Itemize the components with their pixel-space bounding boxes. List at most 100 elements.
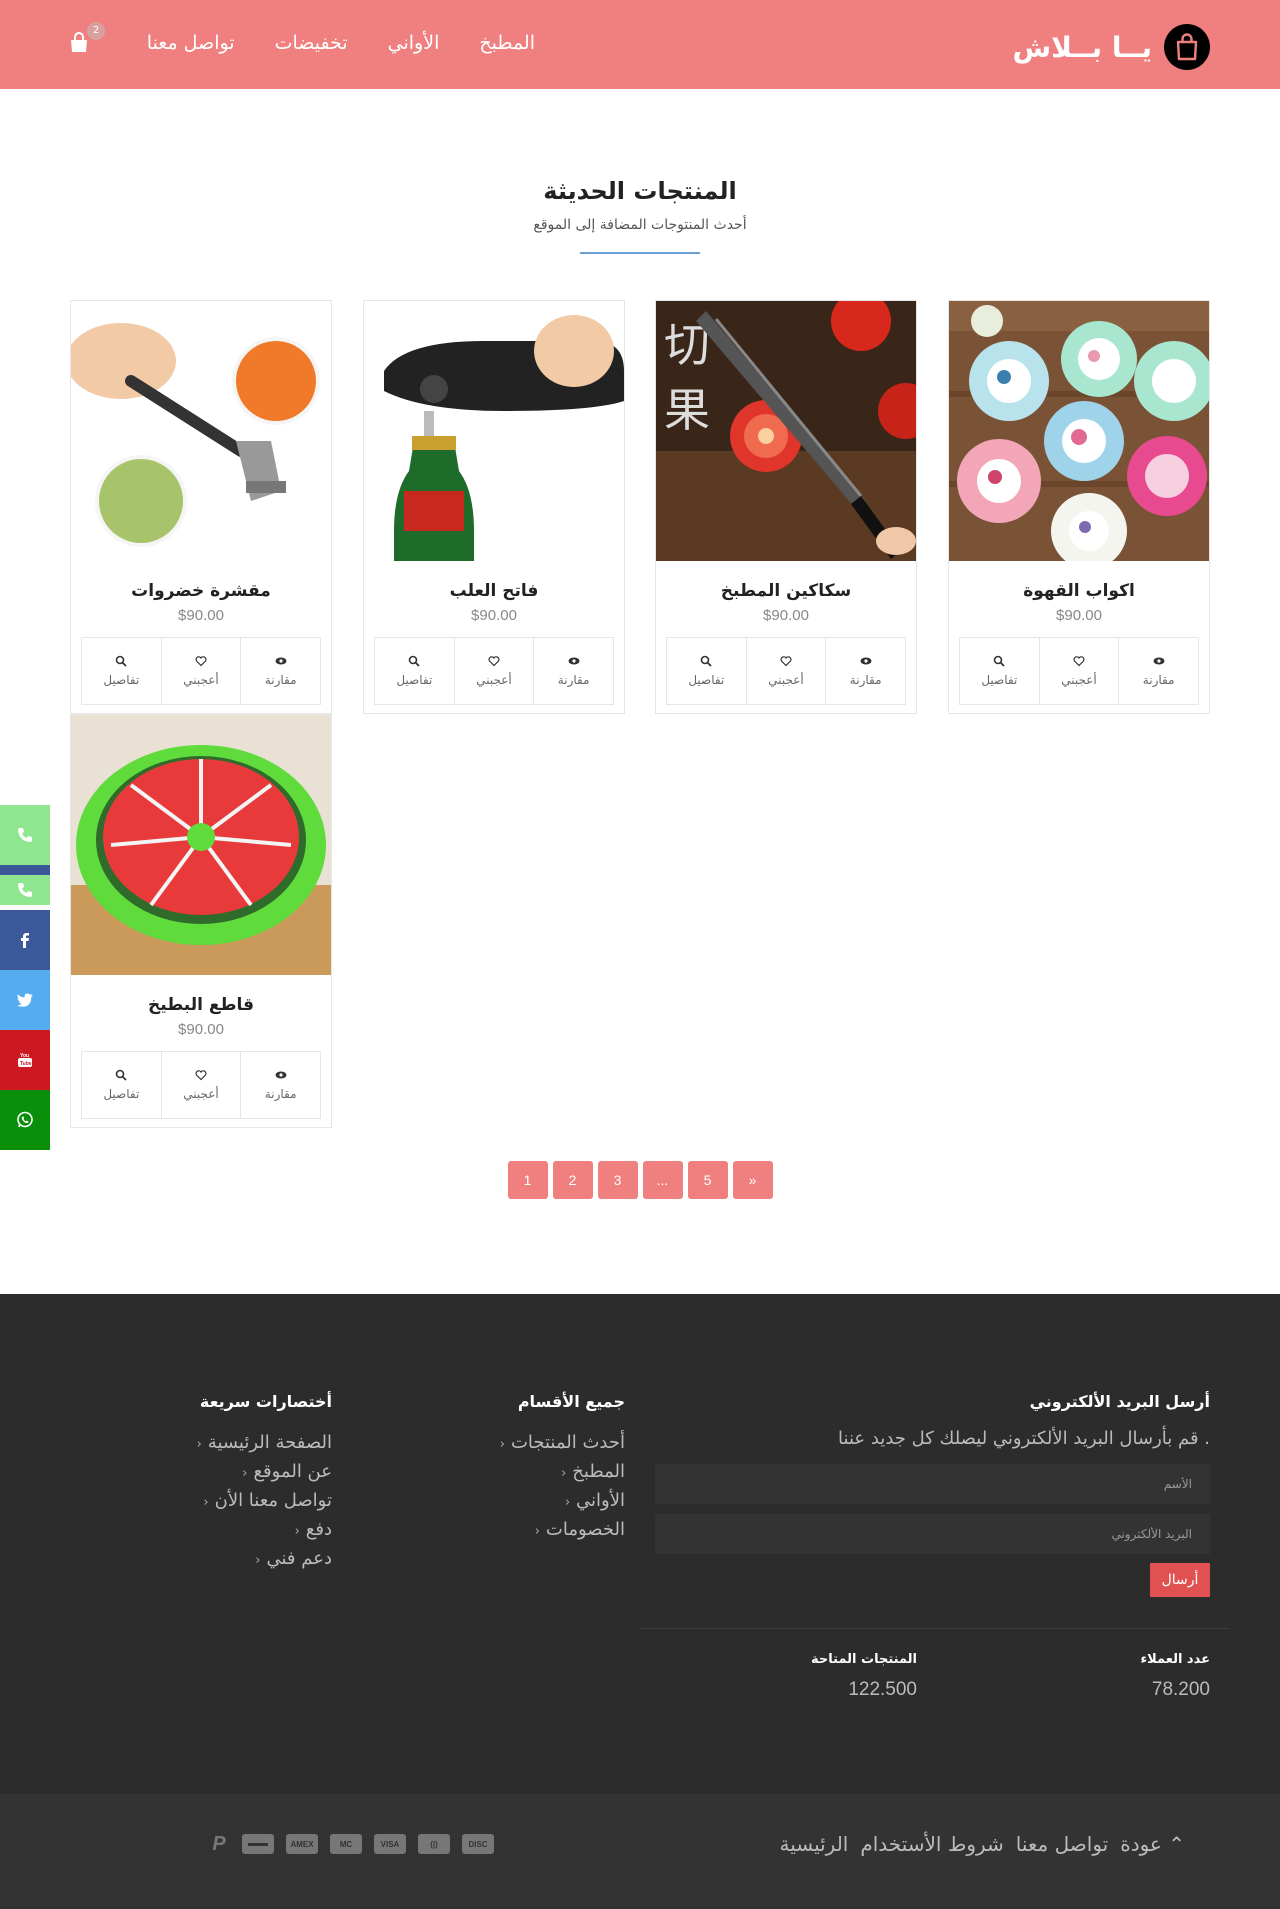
details-button[interactable]: تفاصيل <box>960 638 1039 704</box>
back-to-top-link[interactable]: ⌃ عودة <box>1120 1832 1185 1856</box>
heart-icon <box>195 1070 207 1081</box>
brand-name: يــا بــلاش <box>1012 30 1152 64</box>
page-button-2[interactable]: 2 <box>552 1161 593 1199</box>
product-name[interactable]: قاطع البطيخ <box>71 995 331 1015</box>
compare-label: مقارنة <box>264 1087 297 1101</box>
like-button[interactable]: أعجبني <box>1038 638 1119 704</box>
facebook-icon <box>21 933 29 948</box>
facebook-button[interactable] <box>0 910 50 970</box>
compare-button[interactable]: مقارنة <box>533 638 613 704</box>
product-image-can-opener[interactable] <box>364 301 624 561</box>
newsletter-send-button[interactable]: أرسال <box>1150 1563 1210 1597</box>
like-button[interactable]: أعجبني <box>160 638 241 704</box>
twitter-icon <box>17 993 33 1007</box>
whatsapp-button[interactable] <box>0 1090 50 1150</box>
details-button[interactable]: تفاصيل <box>82 638 161 704</box>
mastercard-icon: MC <box>330 1834 362 1854</box>
youtube-icon: You Tube <box>18 1053 32 1067</box>
footer-link[interactable]: تواصل معنا الأن‹ <box>92 1486 332 1515</box>
product-name[interactable]: مقشرة خضروات <box>71 581 331 601</box>
product-image-coffee-cups[interactable] <box>949 301 1209 561</box>
details-button[interactable]: تفاصيل <box>82 1052 161 1118</box>
categories-list: أحدث المنتجات‹ المطبخ‹ الأواني‹ الخصومات… <box>385 1428 625 1544</box>
product-name[interactable]: اكواب القهوة <box>949 581 1209 601</box>
next-page-button[interactable]: » <box>732 1161 773 1199</box>
product-actions: مقارنة أعجبني تفاصيل <box>666 637 906 705</box>
product-image-watermelon-slicer[interactable] <box>71 715 331 975</box>
main-nav: المطبخ الأواني تخفيضات تواصل معنا <box>147 32 535 54</box>
compare-label: مقارنة <box>1142 673 1175 687</box>
cart-icon[interactable] <box>68 32 90 54</box>
product-actions: مقارنة أعجبني تفاصيل <box>81 637 321 705</box>
newsletter-title: أرسل البريد الألكتروني <box>1029 1392 1210 1411</box>
search-icon <box>994 655 1005 667</box>
contact-link[interactable]: تواصل معنا <box>1016 1832 1108 1856</box>
product-price: $90.00 <box>471 607 517 624</box>
page-button-3[interactable]: 3 <box>597 1161 638 1199</box>
product-actions: مقارنة أعجبني تفاصيل <box>959 637 1199 705</box>
partial-bar <box>0 865 50 875</box>
search-icon <box>116 655 127 667</box>
nav-link-utensils[interactable]: الأواني <box>388 32 440 54</box>
like-button[interactable]: أعجبني <box>160 1052 241 1118</box>
footer-link[interactable]: دعم فني‹ <box>92 1544 332 1573</box>
svg-text:果: 果 <box>664 383 710 437</box>
discover-icon: DISC <box>462 1834 494 1854</box>
footer-link[interactable]: أحدث المنتجات‹ <box>385 1428 625 1457</box>
shortcuts-list: الصفحة الرئيسية‹ عن الموقع‹ تواصل معنا ا… <box>92 1428 332 1573</box>
product-price: $90.00 <box>763 607 809 624</box>
newsletter-text: . قم بأرسال البريد الألكتروني ليصلك كل ج… <box>838 1428 1210 1449</box>
shopping-bag-icon <box>1164 24 1210 70</box>
details-button[interactable]: تفاصيل <box>667 638 746 704</box>
nav-link-kitchen[interactable]: المطبخ <box>479 32 535 54</box>
nav-link-discounts[interactable]: تخفيضات <box>275 32 348 54</box>
whatsapp-icon <box>17 1111 33 1128</box>
footer-link[interactable]: المطبخ‹ <box>385 1457 625 1486</box>
product-card: مقشرة خضروات $90.00 مقارنة أعجبني تفاصيل <box>70 300 332 714</box>
product-actions: مقارنة أعجبني تفاصيل <box>81 1051 321 1119</box>
available-products-label: المنتجات المتاحة <box>811 1652 917 1667</box>
newsletter-email-input[interactable] <box>655 1514 1210 1554</box>
heart-icon <box>780 656 792 667</box>
phone-button[interactable] <box>0 805 50 865</box>
home-link[interactable]: الرئيسية <box>779 1832 848 1856</box>
details-label: تفاصيل <box>688 673 725 687</box>
eye-icon <box>275 657 287 665</box>
nav-link-contact[interactable]: تواصل معنا <box>147 32 235 54</box>
bottom-links: ⌃ عودة تواصل معنا شروط الأستخدام الرئيسي… <box>779 1832 1185 1856</box>
details-button[interactable]: تفاصيل <box>375 638 454 704</box>
terms-link[interactable]: شروط الأستخدام <box>860 1832 1003 1856</box>
like-button[interactable]: أعجبني <box>453 638 534 704</box>
footer-link[interactable]: الأواني‹ <box>385 1486 625 1515</box>
cart-count-badge: 2 <box>87 22 105 40</box>
eye-icon <box>1153 657 1165 665</box>
newsletter-name-input[interactable] <box>655 1464 1210 1504</box>
compare-button[interactable]: مقارنة <box>1118 638 1198 704</box>
footer-link[interactable]: عن الموقع‹ <box>92 1457 332 1486</box>
twitter-button[interactable] <box>0 970 50 1030</box>
youtube-button[interactable]: You Tube <box>0 1030 50 1090</box>
heart-icon <box>488 656 500 667</box>
product-name[interactable]: سكاكين المطبخ <box>656 581 916 601</box>
compare-button[interactable]: مقارنة <box>240 638 320 704</box>
footer-link[interactable]: الخصومات‹ <box>385 1515 625 1544</box>
product-image-vegetable-peeler[interactable] <box>71 301 331 561</box>
page-button-1[interactable]: 1 <box>507 1161 548 1199</box>
paypal-icon: P <box>212 1832 226 1855</box>
compare-label: مقارنة <box>557 673 590 687</box>
footer-link[interactable]: الصفحة الرئيسية‹ <box>92 1428 332 1457</box>
compare-label: مقارنة <box>849 673 882 687</box>
search-icon <box>409 655 420 667</box>
product-price: $90.00 <box>1056 607 1102 624</box>
visa-icon: VISA <box>374 1834 406 1854</box>
brand-logo[interactable]: يــا بــلاش <box>1013 24 1210 70</box>
product-image-kitchen-knife[interactable]: 切 果 <box>656 301 916 561</box>
product-name[interactable]: فاتح العلب <box>364 581 624 601</box>
phone-button-2[interactable] <box>0 875 50 905</box>
footer-link[interactable]: دفع‹ <box>92 1515 332 1544</box>
page-button-5[interactable]: 5 <box>687 1161 728 1199</box>
compare-button[interactable]: مقارنة <box>825 638 905 704</box>
compare-button[interactable]: مقارنة <box>240 1052 320 1118</box>
like-button[interactable]: أعجبني <box>745 638 826 704</box>
details-label: تفاصيل <box>396 673 433 687</box>
